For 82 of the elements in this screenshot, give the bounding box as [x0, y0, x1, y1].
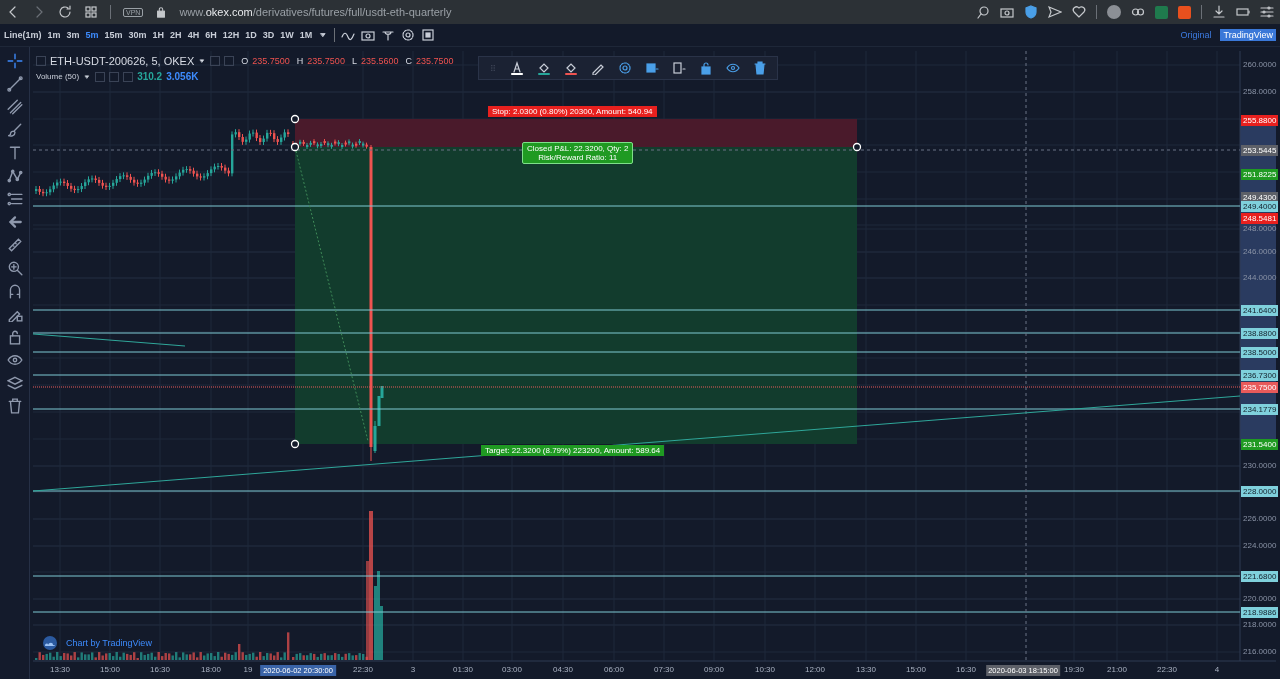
indicator-value: 310.2	[137, 71, 163, 82]
time-tick: 18:00	[201, 665, 221, 674]
time-tick: 16:30	[150, 665, 170, 674]
ohlc-value: 235.5600	[360, 56, 399, 66]
symbol-title[interactable]: ETH-USDT-200626, 5, OKEX	[50, 55, 195, 67]
price-marker: 253.5445	[1241, 145, 1278, 156]
ohlc-label: L	[351, 56, 357, 66]
time-tick: 21:00	[1107, 665, 1127, 674]
interval-button[interactable]: 6H	[205, 30, 217, 40]
time-tick: 3	[410, 665, 416, 674]
stop-label: Stop: 2.0300 (0.80%) 20300, Amount: 540.94	[488, 106, 657, 117]
view-tab[interactable]: TradingView	[1220, 29, 1276, 41]
interval-button[interactable]: 1M	[299, 30, 313, 40]
target-label: Target: 22.3200 (8.79%) 223200, Amount: 589.64	[481, 445, 665, 456]
price-marker: 255.8800	[1241, 115, 1278, 126]
price-tick: 230.0000	[1242, 461, 1278, 470]
time-tick: 09:00	[704, 665, 724, 674]
time-tick: 03:00	[502, 665, 522, 674]
ohlc-value: 235.7500	[307, 56, 345, 66]
chart-type-button[interactable]: Line(1m)	[4, 30, 42, 40]
interval-button[interactable]: 3D	[262, 30, 275, 40]
time-tick: 13:30	[50, 665, 70, 674]
price-tick: 216.0000	[1242, 647, 1278, 656]
time-tick: 13:30	[856, 665, 876, 674]
time-tick: 04:30	[553, 665, 573, 674]
time-tick: 4	[1214, 665, 1220, 674]
price-tick: 224.0000	[1242, 541, 1278, 550]
address-bar[interactable]: www.okex.com/derivatives/futures/full/usdt-eth-quarterly	[179, 6, 452, 18]
price-marker: 249.4000	[1241, 201, 1278, 212]
time-tick: 19	[243, 665, 253, 674]
price-tick: 244.0000	[1242, 273, 1278, 282]
time-tick: 15:00	[100, 665, 120, 674]
price-marker: 221.6800	[1241, 571, 1278, 582]
price-tick: 246.0000	[1242, 247, 1278, 256]
attribution-link[interactable]: Chart by TradingView	[66, 638, 152, 648]
ohlc-label: H	[296, 56, 304, 66]
price-marker: 231.5400	[1241, 439, 1278, 450]
price-marker: 234.1779	[1241, 404, 1278, 415]
time-tick: 15:00	[906, 665, 926, 674]
interval-button[interactable]: 12H	[222, 30, 240, 40]
price-marker: 218.9886	[1241, 607, 1278, 618]
price-marker: 236.7300	[1241, 370, 1278, 381]
price-marker: 238.8800	[1241, 328, 1278, 339]
time-tick: 12:00	[805, 665, 825, 674]
interval-button[interactable]: 3m	[66, 30, 80, 40]
price-marker: 251.8225	[1241, 169, 1278, 180]
ohlc-label: O	[241, 56, 249, 66]
time-tick: 19:30	[1064, 665, 1084, 674]
interval-button[interactable]: 1m	[47, 30, 61, 40]
time-tick: 22:30	[353, 665, 373, 674]
interval-button[interactable]: 15m	[104, 30, 123, 40]
interval-button[interactable]: 1H	[152, 30, 165, 40]
interval-button[interactable]: 4H	[187, 30, 200, 40]
time-tick: 07:30	[654, 665, 674, 674]
price-tick: 260.0000	[1242, 60, 1278, 69]
price-marker: 238.5000	[1241, 347, 1278, 358]
price-tick: 218.0000	[1242, 620, 1278, 629]
pnl-label: Closed P&L: 22.3200, Qty: 2 Risk/Reward Ratio: 11	[522, 142, 634, 164]
price-tick: 226.0000	[1242, 514, 1278, 523]
price-marker: 235.7500	[1241, 382, 1278, 393]
time-tick: 06:00	[604, 665, 624, 674]
price-tick: 248.0000	[1242, 224, 1278, 233]
price-tick: 220.0000	[1242, 594, 1278, 603]
view-tab[interactable]: Original	[1177, 29, 1215, 41]
price-marker: 228.0000	[1241, 486, 1278, 497]
time-tick: 16:30	[956, 665, 976, 674]
time-tick: 10:30	[755, 665, 775, 674]
interval-button[interactable]: 1D	[245, 30, 257, 40]
interval-button[interactable]: 1W	[280, 30, 294, 40]
ohlc-label: C	[405, 56, 412, 66]
time-tick: 22:30	[1157, 665, 1177, 674]
ohlc-value: 235.7500	[415, 56, 454, 66]
time-tick: 01:30	[453, 665, 473, 674]
indicator-title[interactable]: Volume (50)	[36, 72, 80, 81]
ohlc-value: 235.7500	[252, 56, 290, 66]
interval-button[interactable]: 2H	[170, 30, 182, 40]
price-marker: 248.5481	[1241, 213, 1278, 224]
price-tick: 258.0000	[1242, 87, 1278, 96]
interval-button[interactable]: 5m	[85, 30, 99, 40]
price-marker: 241.6400	[1241, 305, 1278, 316]
interval-button[interactable]: 30m	[128, 30, 147, 40]
indicator-value: 3.056K	[166, 71, 199, 82]
